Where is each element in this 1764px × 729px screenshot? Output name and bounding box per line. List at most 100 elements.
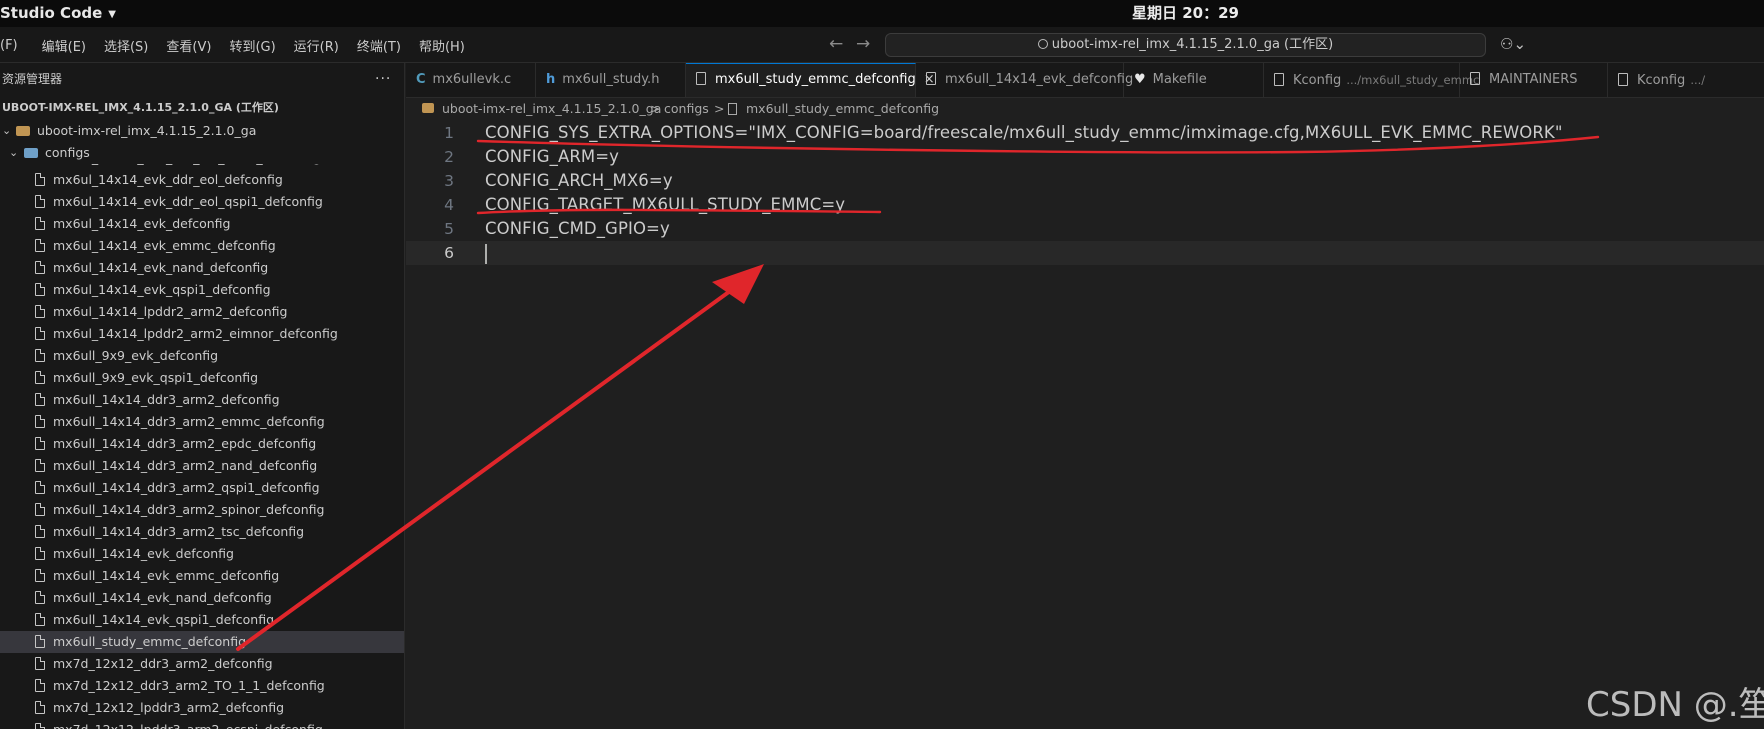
header-file-icon: h bbox=[546, 72, 556, 87]
file-row[interactable]: mx7d_12x12_ddr3_arm2_TO_1_1_defconfig bbox=[0, 675, 404, 697]
line-number: 3 bbox=[444, 172, 454, 190]
file-icon bbox=[35, 701, 45, 714]
file-icon bbox=[35, 195, 45, 208]
file-row[interactable]: mx6ull_14x14_evk_emmc_defconfig bbox=[0, 565, 404, 587]
menu-edit[interactable]: 编辑(E) bbox=[42, 36, 86, 55]
code-line[interactable]: 1 CONFIG_SYS_EXTRA_OPTIONS="IMX_CONFIG=bo… bbox=[406, 121, 1764, 145]
file-label: mx7d_12x12_lpddr3_arm2_defconfig bbox=[53, 700, 285, 715]
breadcrumb-file[interactable]: mx6ull_study_emmc_defconfig bbox=[746, 98, 939, 120]
breadcrumb-configs[interactable]: configs bbox=[664, 98, 709, 120]
code-line[interactable]: 3 CONFIG_ARCH_MX6=y bbox=[406, 169, 1764, 193]
file-label: mx6ull_14x14_ddr3_arm2_defconfig bbox=[53, 392, 280, 407]
file-row[interactable]: mx6ul_14x14_evk_nand_defconfig bbox=[0, 257, 404, 279]
menu-help[interactable]: 帮助(H) bbox=[419, 36, 465, 55]
chevron-down-icon: ⌄ bbox=[9, 146, 19, 159]
tab-label: mx6ull_study.h bbox=[562, 72, 660, 87]
file-row[interactable]: mx6ul_14x14_evk_qspi1_defconfig bbox=[0, 279, 404, 301]
forward-arrow-icon[interactable]: → bbox=[856, 34, 870, 54]
file-row[interactable]: mx6ull_14x14_evk_qspi1_defconfig bbox=[0, 609, 404, 631]
back-arrow-icon[interactable]: ← bbox=[829, 34, 843, 54]
makefile-icon: ♥ bbox=[1134, 72, 1146, 87]
file-row[interactable]: mx6ull_9x9_evk_qspi1_defconfig bbox=[0, 367, 404, 389]
file-row[interactable]: mx6ull_14x14_ddr3_arm2_qspi1_defconfig bbox=[0, 477, 404, 499]
code-editor[interactable]: 1 CONFIG_SYS_EXTRA_OPTIONS="IMX_CONFIG=bo… bbox=[406, 120, 1764, 729]
file-icon bbox=[1274, 73, 1284, 86]
menu-run[interactable]: 运行(R) bbox=[294, 36, 339, 55]
file-row[interactable]: mx6ull_14x14_ddr3_arm2_nand_defconfig bbox=[0, 455, 404, 477]
file-row[interactable]: mx6ull_14x14_ddr3_arm2_tsc_defconfig bbox=[0, 521, 404, 543]
file-label: mx6ull_14x14_ddr3_arm2_nand_defconfig bbox=[53, 458, 318, 473]
file-icon bbox=[35, 437, 45, 450]
file-label: mx6ull_14x14_ddr3_arm2_qspi1_defconfig bbox=[53, 480, 320, 495]
command-center-search[interactable]: uboot-imx-rel_imx_4.1.15_2.1.0_ga (工作区) bbox=[885, 33, 1486, 57]
file-row[interactable]: mx6ull_9x9_evk_defconfig bbox=[0, 345, 404, 367]
file-label: mx6ull_14x14_evk_defconfig bbox=[53, 546, 234, 561]
file-row[interactable]: mx7d_12x12_ddr3_arm2_defconfig bbox=[0, 653, 404, 675]
file-label: mx6ull_14x14_evk_nand_defconfig bbox=[53, 590, 272, 605]
line-number: 2 bbox=[444, 148, 454, 166]
file-icon bbox=[35, 657, 45, 670]
file-icon bbox=[35, 349, 45, 362]
tab-kconfig[interactable]: Kconfig .../ bbox=[1608, 63, 1764, 97]
file-icon bbox=[35, 723, 45, 729]
file-row[interactable]: mx6ull_14x14_evk_nand_defconfig bbox=[0, 587, 404, 609]
system-top-bar: Studio Code ▼ 星期日 20：29 bbox=[0, 0, 1764, 27]
workspace-title[interactable]: UBOOT-IMX-REL_IMX_4.1.15_2.1.0_GA (工作区) bbox=[0, 96, 404, 120]
app-menu[interactable]: Studio Code ▼ bbox=[0, 0, 116, 27]
file-row[interactable]: mx6ul_14x14_lpddr2_arm2_defconfig bbox=[0, 301, 404, 323]
file-icon bbox=[35, 327, 45, 340]
system-clock[interactable]: 星期日 20：29 bbox=[1132, 0, 1239, 27]
code-line[interactable]: 5 CONFIG_CMD_GPIO=y bbox=[406, 217, 1764, 241]
configs-folder-row[interactable]: ⌄ configs bbox=[0, 142, 404, 164]
file-icon bbox=[696, 72, 706, 85]
tab-makefile[interactable]: ♥ Makefile bbox=[1124, 63, 1264, 97]
line-number: 6 bbox=[444, 244, 454, 262]
file-row[interactable]: mx6ul_14x14_evk_ddr_eol_defconfig bbox=[0, 169, 404, 191]
app-name: Studio Code bbox=[0, 4, 103, 22]
file-row[interactable]: mx6ull_14x14_ddr3_arm2_epdc_defconfig bbox=[0, 433, 404, 455]
breadcrumb-separator: > bbox=[714, 101, 725, 116]
file-icon bbox=[35, 415, 45, 428]
file-row-selected[interactable]: mx6ull_study_emmc_defconfig bbox=[0, 631, 404, 653]
tab-maintainers[interactable]: MAINTAINERS bbox=[1460, 63, 1608, 97]
file-row[interactable]: mx6ull_14x14_ddr3_arm2_emmc_defconfig bbox=[0, 411, 404, 433]
file-icon bbox=[35, 459, 45, 472]
file-row[interactable]: mx6ul_14x14_evk_defconfig bbox=[0, 213, 404, 235]
file-label: mx6ul_14x14_lpddr2_arm2_defconfig bbox=[53, 304, 288, 319]
file-row[interactable]: mx6ull_14x14_ddr3_arm2_defconfig bbox=[0, 389, 404, 411]
menu-view[interactable]: 查看(V) bbox=[166, 36, 211, 55]
file-icon bbox=[35, 613, 45, 626]
file-row[interactable]: mx7d_12x12_lpddr3_arm2_defconfig bbox=[0, 697, 404, 719]
code-line[interactable]: 6 bbox=[406, 241, 1764, 265]
code-line[interactable]: 4 CONFIG_TARGET_MX6ULL_STUDY_EMMC=y bbox=[406, 193, 1764, 217]
file-icon bbox=[35, 481, 45, 494]
file-label: mx7d_12x12_lpddr3_arm2_ecspi_defconfig bbox=[53, 719, 323, 729]
file-row[interactable]: mx6ull_14x14_ddr3_arm2_spinor_defconfig bbox=[0, 499, 404, 521]
more-actions-icon[interactable]: ··· bbox=[375, 63, 391, 96]
breadcrumb-root[interactable]: uboot-imx-rel_imx_4.1.15_2.1.0_ga bbox=[442, 98, 661, 120]
file-row[interactable]: mx6ul_14x14_lpddr2_arm2_eimnor_defconfig bbox=[0, 323, 404, 345]
file-label: mx6ul_14x14_lpddr2_arm2_eimnor_defconfig bbox=[53, 326, 338, 341]
menu-terminal[interactable]: 终端(T) bbox=[357, 36, 401, 55]
tab-mx6ullevk-c[interactable]: Cmx6ullevk.c bbox=[406, 63, 536, 97]
file-icon bbox=[35, 547, 45, 560]
menu-file[interactable]: (F) bbox=[0, 38, 18, 53]
file-row[interactable]: mx7d_12x12_lpddr3_arm2_ecspi_defconfig bbox=[0, 719, 404, 729]
tab-mx6ull-14x14-evk-defconfig[interactable]: mx6ull_14x14_evk_defconfig bbox=[916, 63, 1133, 97]
tab-mx6ull-study-h[interactable]: h mx6ull_study.h bbox=[536, 63, 686, 97]
code-line[interactable]: 2 CONFIG_ARM=y bbox=[406, 145, 1764, 169]
tab-kconfig[interactable]: Kconfig .../mx6ull_study_emmc bbox=[1264, 63, 1479, 97]
copilot-icon[interactable]: ⚇⌄ bbox=[1500, 35, 1526, 53]
menu-go[interactable]: 转到(G) bbox=[229, 36, 275, 55]
file-row[interactable]: mx6ul_14x14_evk_ddr_eol_qspi1_defconfig bbox=[0, 191, 404, 213]
file-label: mx6ull_9x9_evk_defconfig bbox=[53, 348, 219, 363]
root-folder-row[interactable]: ⌄ uboot-imx-rel_imx_4.1.15_2.1.0_ga bbox=[0, 120, 404, 142]
file-label: mx6ull_14x14_ddr3_arm2_tsc_defconfig bbox=[53, 524, 305, 539]
tab-label: Kconfig bbox=[1637, 73, 1686, 88]
tab-mx6ull-study-emmc-defconfig[interactable]: mx6ull_study_emmc_defconfig × bbox=[686, 63, 935, 97]
tab-description: .../ bbox=[1690, 73, 1706, 87]
file-row[interactable]: mx6ul_14x14_evk_emmc_defconfig bbox=[0, 235, 404, 257]
menu-selection[interactable]: 选择(S) bbox=[104, 36, 148, 55]
file-label: mx6ul_14x14_evk_ddr_eol_qspi1_defconfig bbox=[53, 194, 323, 209]
file-row[interactable]: mx6ull_14x14_evk_defconfig bbox=[0, 543, 404, 565]
